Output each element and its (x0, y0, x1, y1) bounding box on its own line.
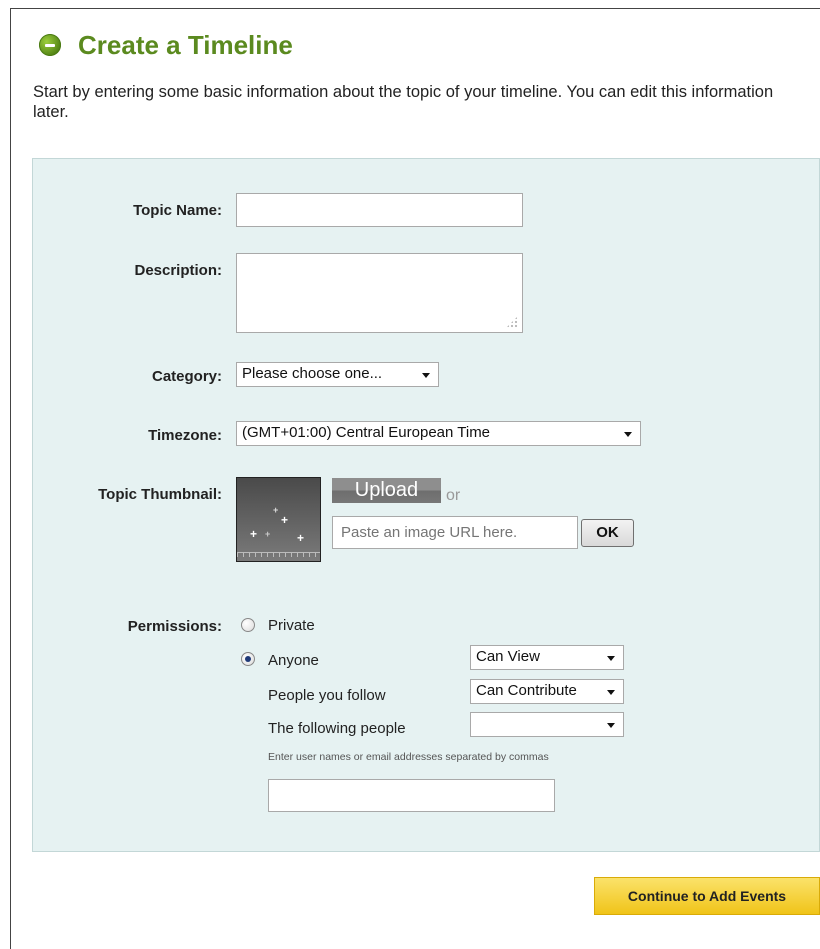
upload-button[interactable]: Upload (332, 478, 441, 503)
anyone-access-selected: Can View (476, 648, 540, 665)
people-hint: Enter user names or email addresses sepa… (268, 751, 549, 763)
chevron-down-icon (624, 432, 632, 437)
ok-button[interactable]: OK (581, 519, 634, 547)
anyone-radio[interactable] (241, 652, 255, 666)
description-label: Description: (134, 262, 222, 279)
people-input[interactable] (268, 779, 555, 812)
intro-text: Start by entering some basic information… (33, 83, 774, 121)
private-radio[interactable] (241, 618, 255, 632)
thumbnail-placeholder-image: + + + + + (236, 477, 321, 562)
image-url-input[interactable] (333, 517, 571, 548)
following-people-access-select[interactable] (470, 712, 624, 737)
people-you-follow-access-select[interactable]: Can Contribute (470, 679, 624, 704)
permissions-label: Permissions: (127, 618, 222, 635)
chevron-down-icon (607, 690, 615, 695)
anyone-access-select[interactable]: Can View (470, 645, 624, 670)
chevron-down-icon (607, 723, 615, 728)
timezone-label: Timezone: (148, 427, 222, 444)
people-you-follow-access-selected: Can Contribute (476, 682, 577, 699)
timezone-select[interactable]: (GMT+01:00) Central European Time (236, 421, 641, 446)
sparkle-icon: + (297, 531, 305, 545)
topic-name-label: Topic Name: (133, 202, 222, 219)
image-url-field[interactable] (332, 516, 578, 549)
chevron-down-icon (607, 656, 615, 661)
category-select[interactable]: Please choose one... (236, 362, 439, 387)
continue-button[interactable]: Continue to Add Events (594, 877, 820, 915)
following-people-label: The following people (268, 720, 406, 737)
resize-grip-icon[interactable] (506, 316, 518, 328)
collapse-minus-icon[interactable] (39, 34, 61, 56)
title-row: Create a Timeline (39, 32, 293, 58)
thumbnail-ruler (237, 552, 320, 557)
thumbnail-label: Topic Thumbnail: (98, 486, 222, 503)
topic-name-input[interactable] (236, 193, 523, 227)
sparkle-icon: + (281, 513, 289, 527)
sparkle-icon: + (250, 527, 258, 541)
category-selected: Please choose one... (242, 365, 383, 382)
people-you-follow-label: People you follow (268, 687, 386, 704)
sparkle-icon: + (273, 505, 279, 515)
description-textarea[interactable] (236, 253, 523, 333)
sparkle-icon: + (265, 529, 271, 539)
chevron-down-icon (422, 373, 430, 378)
private-label: Private (268, 617, 315, 634)
anyone-label: Anyone (268, 652, 319, 669)
or-label: or (446, 487, 461, 504)
page-title: Create a Timeline (78, 30, 293, 60)
timezone-selected: (GMT+01:00) Central European Time (242, 424, 491, 441)
category-label: Category: (151, 368, 222, 385)
